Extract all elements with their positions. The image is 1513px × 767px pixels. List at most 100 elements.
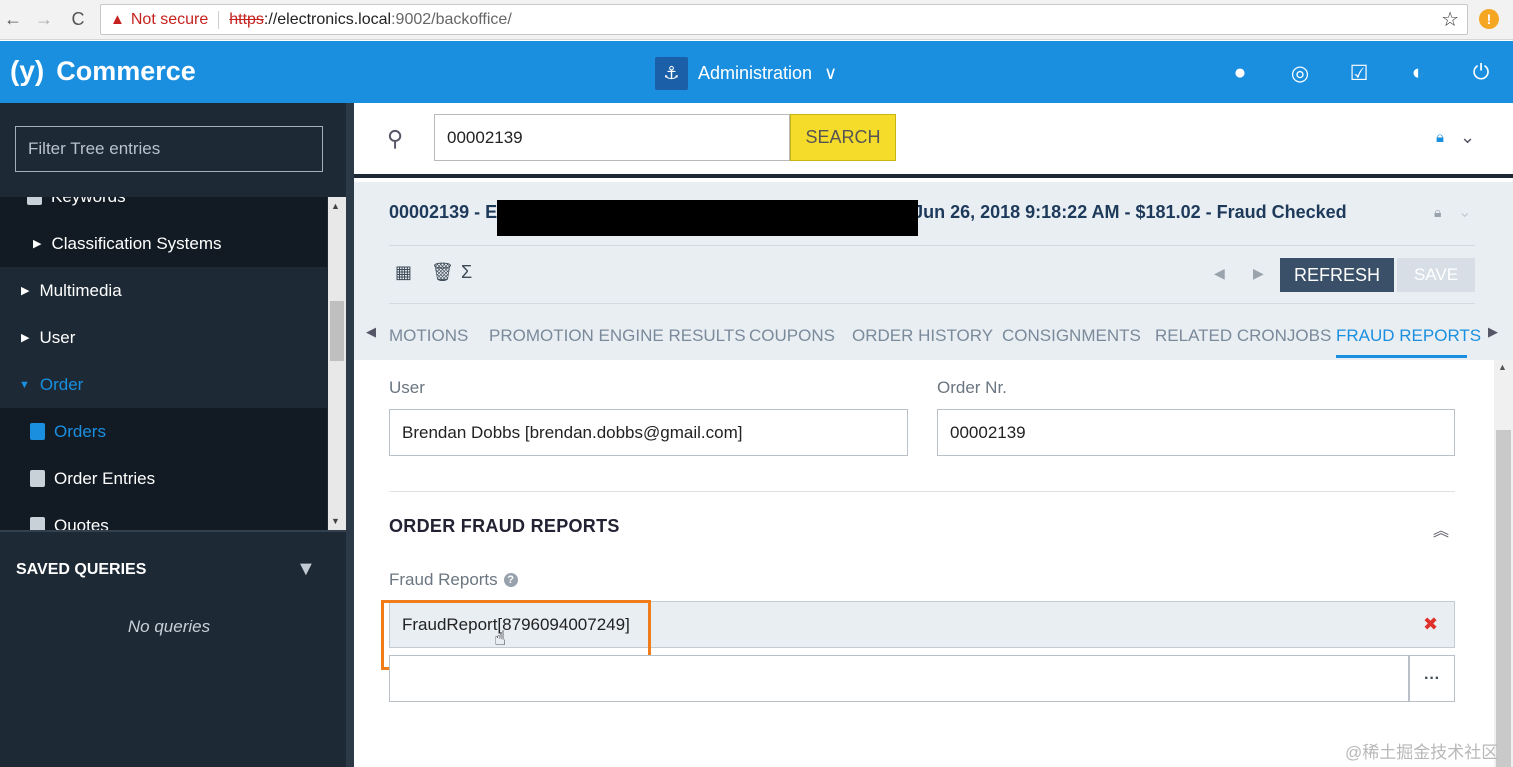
caret-right-icon: ▶ <box>33 238 42 250</box>
editor-title-prefix: 00002139 - E <box>389 202 498 222</box>
warning-icon: ▲ <box>110 11 125 28</box>
order-nr-label: Order Nr. <box>937 378 1007 397</box>
user-icon[interactable]: ● <box>1227 61 1253 85</box>
more-button[interactable]: ··· <box>1409 655 1455 702</box>
divider <box>389 245 1475 246</box>
url-protocol: https <box>229 10 264 28</box>
editor-area: 00002139 - E Jun 26, 2018 9:18:22 AM - $… <box>354 182 1513 360</box>
tree-item-multimedia[interactable]: ▶ Multimedia <box>0 267 327 314</box>
doc-icon <box>30 423 45 440</box>
search-bar: ⚲ 00002139 SEARCH 🔒︎ ⌄ <box>354 103 1513 178</box>
scrollbar-thumb[interactable] <box>1496 430 1511 767</box>
tree-item-label: Order <box>39 374 84 394</box>
previous-icon[interactable]: ◀ <box>1214 265 1225 282</box>
checklist-icon[interactable]: ☑ <box>1346 61 1372 86</box>
watermark: @稀土掘金技术社区 <box>1345 743 1499 762</box>
tree-item-label: Orders <box>54 421 106 441</box>
extension-alert-icon[interactable]: ! <box>1479 9 1499 29</box>
doc-icon <box>30 517 45 530</box>
filter-tree-input[interactable]: Filter Tree entries <box>15 126 323 172</box>
lock-icon[interactable]: 🔒︎ <box>1434 204 1441 221</box>
security-label[interactable]: Not secure <box>131 11 208 29</box>
tree-item-order-entries[interactable]: Order Entries <box>0 455 327 502</box>
back-icon[interactable]: ← <box>2 8 24 30</box>
tree-item-label: Order Entries <box>54 468 156 488</box>
calculator-icon[interactable]: ▦ <box>395 262 412 283</box>
tree-item-label: Quotes <box>54 515 109 531</box>
filter-funnel-icon[interactable]: ▼ <box>296 558 316 581</box>
scrollbar-thumb[interactable] <box>330 301 344 361</box>
tree-item-label: Classification Systems <box>51 233 222 253</box>
globe-icon[interactable]: ◐ <box>1405 61 1431 85</box>
logo-mark: (y) <box>10 55 45 86</box>
tree-item-quotes[interactable]: Quotes <box>0 502 327 530</box>
trash-icon[interactable]: 🗑︎ <box>431 262 454 283</box>
fraud-reports-label: Fraud Reports ? <box>389 570 518 590</box>
sum-icon[interactable]: Σ <box>461 262 472 283</box>
divider <box>389 303 1475 304</box>
divider <box>389 491 1455 492</box>
fraud-reports-label-text: Fraud Reports <box>389 570 498 589</box>
tree-item-classification-systems[interactable]: ▶ Classification Systems <box>0 220 327 267</box>
tree-item-order[interactable]: ▼ Order <box>0 361 327 408</box>
logo: (y) Commerce <box>10 55 196 87</box>
tab-scroll-right-icon[interactable]: ▶ <box>1488 324 1498 340</box>
browser-toolbar: ← → C ▲ Not secure https ://electronics.… <box>0 0 1513 40</box>
hand-cursor-icon: ☝ <box>494 628 507 650</box>
refresh-button[interactable]: REFRESH <box>1280 258 1394 292</box>
tab-promotions[interactable]: MOTIONS <box>389 326 468 346</box>
tree-item-keywords[interactable]: Keywords <box>0 197 327 220</box>
tab-coupons[interactable]: COUPONS <box>749 326 835 346</box>
user-field[interactable]: Brendan Dobbs [brendan.dobbs@gmail.com] <box>389 409 908 456</box>
tab-fraud-reports[interactable]: FRAUD REPORTS <box>1336 326 1481 346</box>
advanced-search-icon[interactable]: ⚲ <box>387 126 403 152</box>
tree-item-orders[interactable]: Orders <box>0 408 327 455</box>
tree-item-user[interactable]: ▶ User <box>0 314 327 361</box>
chevron-down-icon: ∨ <box>824 63 838 83</box>
admin-icon: ⚓ <box>655 57 688 90</box>
help-icon[interactable]: ? <box>503 573 518 587</box>
forward-icon[interactable]: → <box>33 8 55 30</box>
order-nr-field[interactable]: 00002139 <box>937 409 1455 456</box>
tab-consignments[interactable]: CONSIGNMENTS <box>1002 326 1141 346</box>
power-icon[interactable]: ⏻ <box>1468 61 1494 85</box>
perspective-selector[interactable]: ⚓ Administration ∨ <box>655 57 837 90</box>
save-button[interactable]: SAVE <box>1397 258 1475 292</box>
bookmark-star-icon[interactable]: ☆ <box>1441 7 1459 32</box>
tab-order-history[interactable]: ORDER HISTORY <box>852 326 993 346</box>
fraud-report-reference-input[interactable] <box>389 655 1409 702</box>
next-icon[interactable]: ▶ <box>1253 265 1264 282</box>
search-input[interactable]: 00002139 <box>434 114 790 161</box>
double-chevron-down-icon[interactable]: ⌄ <box>1460 127 1475 148</box>
saved-queries-title: SAVED QUERIES <box>16 561 147 578</box>
saved-queries-panel: SAVED QUERIES ▼ No queries <box>0 530 352 767</box>
reload-icon[interactable]: C <box>67 8 89 30</box>
tree-item-label: User <box>39 327 76 347</box>
remove-icon[interactable]: ✖ <box>1423 614 1438 635</box>
no-queries-text: No queries <box>127 617 211 636</box>
scroll-down-icon[interactable]: ▼ <box>331 516 340 526</box>
collapse-icon[interactable]: ︽ <box>1433 517 1449 541</box>
tab-content: User Brendan Dobbs [brendan.dobbs@gmail.… <box>354 360 1494 767</box>
tab-promotion-engine-results[interactable]: PROMOTION ENGINE RESULTS <box>489 326 746 346</box>
section-title: ORDER FRAUD REPORTS <box>389 516 620 536</box>
scroll-up-icon[interactable]: ▲ <box>331 201 340 211</box>
search-button[interactable]: SEARCH <box>790 114 896 161</box>
tree-item-label: Multimedia <box>39 280 122 300</box>
app-header: (y) Commerce ⚓ Administration ∨ ● ◎ ☑ ◐ … <box>0 41 1513 103</box>
double-chevron-down-icon[interactable]: ⌄ <box>1458 202 1471 222</box>
tab-scroll-left-icon[interactable]: ◀ <box>366 324 376 340</box>
tab-related-cronjobs[interactable]: RELATED CRONJOBS <box>1155 326 1331 346</box>
tree-scrollbar[interactable]: ▲ ▼ <box>328 197 346 530</box>
caret-down-icon: ▼ <box>19 378 30 391</box>
sync-icon[interactable]: ◎ <box>1287 61 1313 86</box>
content-scrollbar[interactable]: ▲ <box>1494 360 1513 767</box>
user-label: User <box>389 378 425 397</box>
sidebar: Filter Tree entries Keywords ▶ Classific… <box>0 103 352 767</box>
lock-icon[interactable]: 🔒︎ <box>1436 129 1444 146</box>
address-bar[interactable]: ▲ Not secure https ://electronics.local … <box>100 4 1468 35</box>
scroll-up-icon[interactable]: ▲ <box>1498 362 1507 372</box>
editor-tabs: ◀ MOTIONS PROMOTION ENGINE RESULTS COUPO… <box>354 307 1513 360</box>
sidebar-splitter[interactable] <box>346 103 354 767</box>
navigation-tree: Keywords ▶ Classification Systems ▶ Mult… <box>0 197 327 530</box>
